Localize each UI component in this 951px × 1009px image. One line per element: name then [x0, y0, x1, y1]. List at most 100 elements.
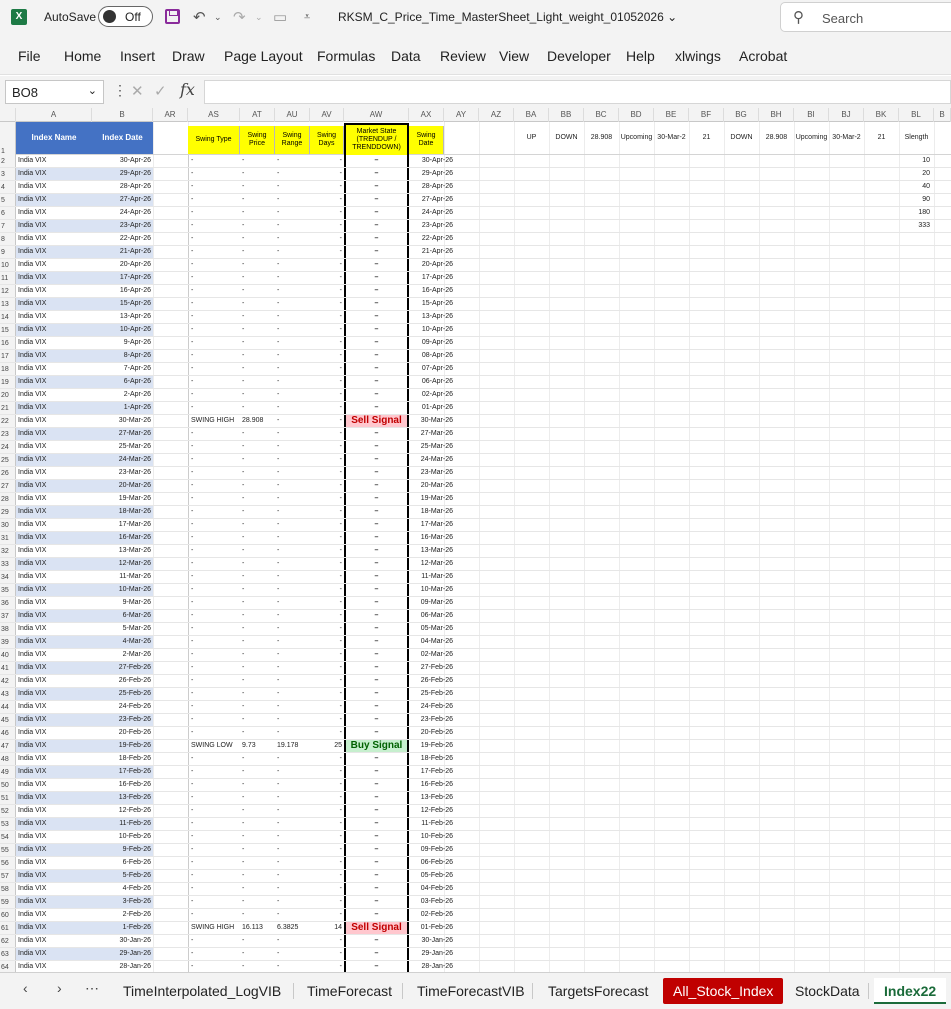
cell-swing-price[interactable]: - — [240, 714, 275, 726]
cell-swing-type[interactable]: - — [188, 389, 240, 401]
cell-swing-price[interactable]: - — [240, 441, 275, 453]
cell-slength[interactable] — [908, 467, 932, 479]
row-number[interactable]: 53 — [0, 818, 16, 830]
cell-swing-range[interactable]: - — [275, 467, 310, 479]
cell-swing-type[interactable]: - — [188, 181, 240, 193]
spreadsheet-grid[interactable]: A B AR AS AT AU AV AW AX AY AZ BA BB BC … — [0, 108, 951, 972]
cell-slength[interactable] — [908, 792, 932, 804]
cell-market-state[interactable]: – — [344, 805, 409, 817]
cell-swing-days[interactable]: - — [310, 545, 344, 557]
cell-index-name-date[interactable]: India VIX 17-Feb-26 — [16, 766, 153, 778]
cell-slength[interactable] — [908, 337, 932, 349]
cell-swing-price[interactable]: - — [240, 727, 275, 739]
cell-swing-days[interactable]: - — [310, 155, 344, 167]
cell-market-state[interactable]: – — [344, 662, 409, 674]
col-header-ba[interactable]: BA — [514, 108, 549, 122]
cell-swing-date[interactable]: 18-Feb-26 — [409, 753, 456, 765]
cell-swing-price[interactable]: - — [240, 623, 275, 635]
cell-slength[interactable] — [908, 857, 932, 869]
cell-market-state[interactable]: – — [344, 909, 409, 921]
cell-swing-date[interactable]: 22-Apr-26 — [409, 233, 456, 245]
cell-swing-type[interactable]: - — [188, 233, 240, 245]
cell-swing-type[interactable]: - — [188, 688, 240, 700]
cell-swing-days[interactable]: - — [310, 883, 344, 895]
cell-swing-price[interactable]: - — [240, 285, 275, 297]
col-header-au[interactable]: AU — [275, 108, 310, 122]
cell-market-state[interactable]: – — [344, 246, 409, 258]
cell-swing-type[interactable]: - — [188, 493, 240, 505]
cell-swing-days[interactable]: - — [310, 298, 344, 310]
cell-swing-days[interactable]: - — [310, 857, 344, 869]
cell-slength[interactable] — [908, 350, 932, 362]
cell-slength[interactable]: 20 — [908, 168, 932, 180]
cell-bb1[interactable]: DOWN — [549, 122, 584, 154]
cell-index-name-date[interactable]: India VIX 13-Mar-26 — [16, 545, 153, 557]
row-number[interactable]: 13 — [0, 298, 16, 310]
cell-slength[interactable] — [908, 428, 932, 440]
cell-swing-range[interactable]: - — [275, 285, 310, 297]
cell-index-name-date[interactable]: India VIX 20-Feb-26 — [16, 727, 153, 739]
row-number[interactable]: 43 — [0, 688, 16, 700]
cell-index-name-date[interactable]: India VIX 29-Apr-26 — [16, 168, 153, 180]
cell-swing-date[interactable]: 27-Feb-26 — [409, 662, 456, 674]
row-number[interactable]: 33 — [0, 558, 16, 570]
cell-swing-date[interactable]: 16-Apr-26 — [409, 285, 456, 297]
cell-swing-price[interactable]: - — [240, 467, 275, 479]
cell-swing-range[interactable]: - — [275, 649, 310, 661]
row-number[interactable]: 41 — [0, 662, 16, 674]
cell-swing-days[interactable]: - — [310, 506, 344, 518]
cell-swing-days[interactable]: - — [310, 727, 344, 739]
cell-swing-price[interactable]: - — [240, 818, 275, 830]
cell-swing-date[interactable]: 23-Mar-26 — [409, 467, 456, 479]
row-number[interactable]: 26 — [0, 467, 16, 479]
cell-swing-range[interactable]: - — [275, 389, 310, 401]
col-header-bd[interactable]: BD — [619, 108, 654, 122]
cell-swing-price[interactable]: - — [240, 753, 275, 765]
menu-formulas[interactable]: Formulas — [317, 48, 375, 64]
cell-bd1[interactable]: Upcoming — [619, 122, 654, 154]
cell-swing-days[interactable]: - — [310, 272, 344, 284]
cell-swing-type[interactable]: - — [188, 532, 240, 544]
tab-index22[interactable]: Index22 — [874, 978, 947, 1004]
row-number[interactable]: 4 — [0, 181, 16, 193]
cell-swing-range[interactable]: - — [275, 662, 310, 674]
cell-swing-price[interactable]: - — [240, 155, 275, 167]
cell-swing-type[interactable]: - — [188, 597, 240, 609]
cell-index-name-date[interactable]: India VIX 25-Mar-26 — [16, 441, 153, 453]
cell-slength[interactable] — [908, 402, 932, 414]
cell-slength[interactable] — [908, 558, 932, 570]
cell-index-name-date[interactable]: India VIX 5-Mar-26 — [16, 623, 153, 635]
cell-index-name-date[interactable]: India VIX 29-Jan-26 — [16, 948, 153, 960]
cell-swing-price[interactable]: - — [240, 376, 275, 388]
cell-market-state[interactable]: – — [344, 311, 409, 323]
cell-swing-range[interactable]: - — [275, 597, 310, 609]
cell-swing-type[interactable]: - — [188, 636, 240, 648]
cell-bk1[interactable]: 21 — [864, 122, 899, 154]
cell-slength[interactable] — [908, 233, 932, 245]
cell-index-name-date[interactable]: India VIX 25-Feb-26 — [16, 688, 153, 700]
menu-page-layout[interactable]: Page Layout — [224, 48, 303, 64]
row-number[interactable]: 5 — [0, 194, 16, 206]
row-number[interactable]: 51 — [0, 792, 16, 804]
cell-slength[interactable] — [908, 740, 932, 752]
cell-swing-days[interactable]: - — [310, 792, 344, 804]
row-number[interactable]: 12 — [0, 285, 16, 297]
cell-market-state[interactable]: – — [344, 272, 409, 284]
cell-index-name-date[interactable]: India VIX 23-Mar-26 — [16, 467, 153, 479]
cell-swing-price[interactable]: - — [240, 259, 275, 271]
cell-swing-days[interactable]: - — [310, 337, 344, 349]
autosave-toggle[interactable]: Off — [98, 6, 153, 27]
col-header-bc[interactable]: BC — [584, 108, 619, 122]
cell-slength[interactable] — [908, 675, 932, 687]
cell-slength[interactable] — [908, 766, 932, 778]
cell-slength[interactable] — [908, 506, 932, 518]
cell-swing-date[interactable]: 21-Apr-26 — [409, 246, 456, 258]
cell-swing-range[interactable]: - — [275, 857, 310, 869]
row-number[interactable]: 39 — [0, 636, 16, 648]
cell-swing-date[interactable]: 01-Apr-26 — [409, 402, 456, 414]
cell-swing-days[interactable]: - — [310, 285, 344, 297]
cell-ba1[interactable]: UP — [514, 122, 549, 154]
header-swing-type[interactable]: Swing Type — [188, 126, 240, 154]
cell-swing-type[interactable]: - — [188, 285, 240, 297]
cell-swing-date[interactable]: 04-Mar-26 — [409, 636, 456, 648]
